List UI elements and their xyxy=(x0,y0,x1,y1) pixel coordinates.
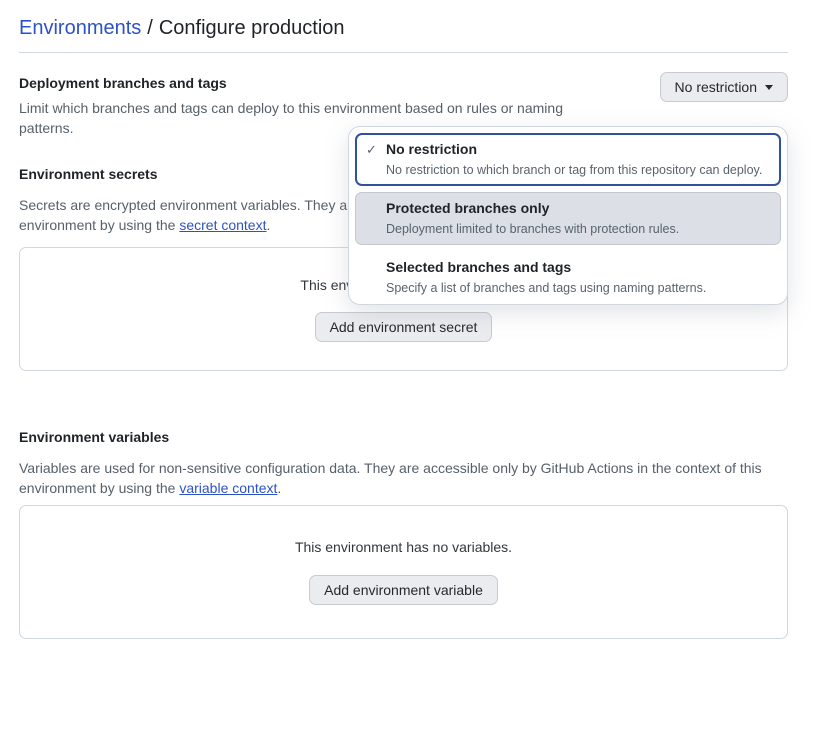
branch-restriction-dropdown-menu: ✓ No restriction No restriction to which… xyxy=(348,126,788,305)
menu-item-title: Selected branches and tags xyxy=(386,258,771,277)
variables-description-text: Variables are used for non-sensitive con… xyxy=(19,460,762,496)
breadcrumb-environments-link[interactable]: Environments xyxy=(19,17,141,39)
secret-context-link[interactable]: secret context xyxy=(179,217,266,233)
menu-item-title: No restriction xyxy=(386,140,771,159)
menu-item-description: No restriction to which branch or tag fr… xyxy=(386,162,771,179)
secrets-description-period: . xyxy=(266,217,270,233)
header-divider xyxy=(19,52,788,53)
variables-description-period: . xyxy=(277,480,281,496)
environment-config-page: Environments / Configure production Deploy… xyxy=(0,14,830,729)
menu-item-protected-branches-only[interactable]: Protected branches only Deployment limit… xyxy=(355,192,781,245)
page-title: Configure production xyxy=(159,17,345,39)
branch-restriction-dropdown-button[interactable]: No restriction xyxy=(660,72,788,102)
menu-item-title: Protected branches only xyxy=(386,199,771,218)
deployment-section-title: Deployment branches and tags xyxy=(19,73,660,94)
menu-item-description: Deployment limited to branches with prot… xyxy=(386,221,771,238)
environment-variables-section: Environment variables Variables are used… xyxy=(19,427,788,639)
variables-section-title: Environment variables xyxy=(19,427,788,448)
variables-section-description: Variables are used for non-sensitive con… xyxy=(19,458,788,498)
dropdown-button-label: No restriction xyxy=(675,78,757,96)
add-environment-secret-button[interactable]: Add environment secret xyxy=(315,312,493,342)
menu-item-description: Specify a list of branches and tags usin… xyxy=(386,280,771,297)
breadcrumb-separator: / xyxy=(147,17,153,39)
add-environment-variable-button[interactable]: Add environment variable xyxy=(309,575,498,605)
check-icon: ✓ xyxy=(366,142,377,158)
menu-item-no-restriction[interactable]: ✓ No restriction No restriction to which… xyxy=(355,133,781,186)
variables-empty-box: This environment has no variables. Add e… xyxy=(19,505,788,639)
variable-context-link[interactable]: variable context xyxy=(179,480,277,496)
variables-empty-text: This environment has no variables. xyxy=(295,537,512,557)
caret-down-icon xyxy=(765,85,773,90)
menu-item-selected-branches-and-tags[interactable]: Selected branches and tags Specify a lis… xyxy=(355,251,781,304)
breadcrumb: Environments / Configure production xyxy=(19,14,788,42)
